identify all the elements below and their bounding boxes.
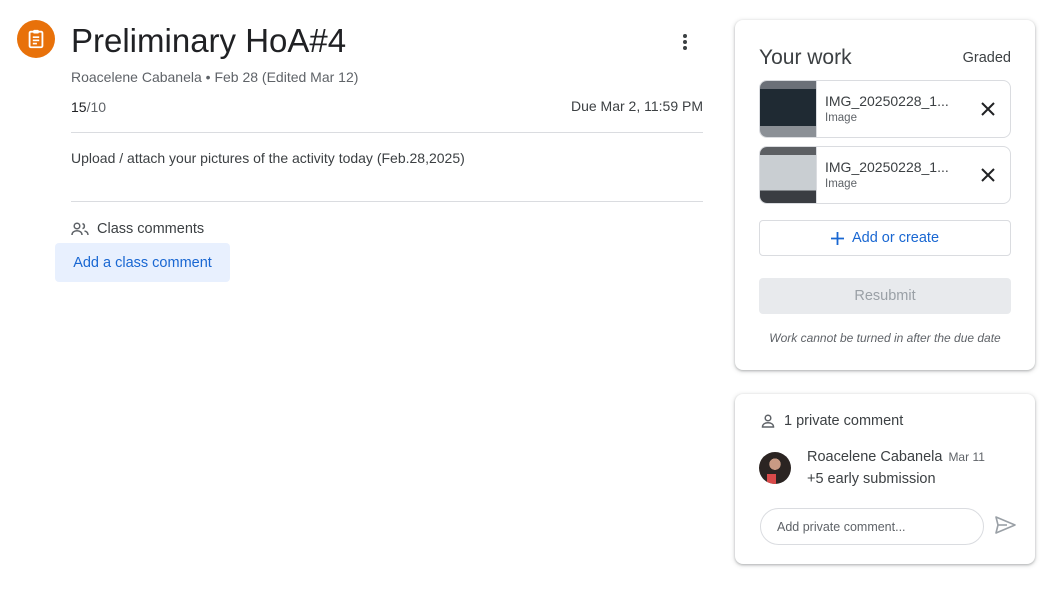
private-comment-input[interactable] (760, 508, 984, 545)
score-total: /10 (86, 99, 107, 115)
comment-author-line: Roacelene Cabanela Mar 11 (807, 449, 985, 465)
posted-date: Feb 28 (Edited Mar 12) (214, 69, 359, 85)
status-badge: Graded (962, 50, 1011, 66)
comment-author: Roacelene Cabanela (807, 449, 943, 465)
remove-attachment-button[interactable] (966, 147, 1010, 203)
meta-separator: • (205, 69, 211, 85)
add-or-create-label: Add or create (851, 230, 940, 246)
instructions-text: Upload / attach your pictures of the act… (71, 150, 465, 166)
remove-attachment-button[interactable] (966, 81, 1010, 137)
score-value: 15 (71, 99, 87, 115)
your-work-title: Your work (759, 46, 852, 69)
comment-date: Mar 11 (948, 450, 985, 464)
add-or-create-button[interactable]: Add or create (759, 220, 1011, 256)
attachment-name: IMG_20250228_1... (825, 93, 949, 109)
page-title: Preliminary HoA#4 (71, 22, 347, 59)
your-work-card: Your work Graded IMG_20250228_1... Image… (735, 20, 1035, 370)
author-name: Roacelene Cabanela (71, 69, 202, 85)
resubmit-button[interactable]: Resubmit (759, 278, 1011, 314)
attachment-thumbnail (760, 81, 817, 137)
close-icon (981, 168, 995, 182)
person-icon (761, 414, 775, 428)
attachment-item[interactable]: IMG_20250228_1... Image (759, 80, 1011, 138)
attachment-type: Image (825, 112, 857, 124)
add-class-comment-button[interactable]: Add a class comment (55, 243, 230, 282)
divider (71, 201, 703, 202)
class-comments-label: Class comments (97, 221, 205, 237)
attachment-item[interactable]: IMG_20250228_1... Image (759, 146, 1011, 204)
class-comments-header: Class comments (71, 221, 204, 237)
divider (71, 132, 703, 133)
close-icon (981, 102, 995, 116)
comment-text: +5 early submission (807, 471, 936, 487)
attachment-thumbnail (760, 147, 817, 203)
due-date-note: Work cannot be turned in after the due d… (769, 331, 1001, 345)
grade-points: 15/10 (71, 99, 106, 115)
private-comments-header: 1 private comment (761, 413, 903, 429)
private-comments-card: 1 private comment Roacelene Cabanela Mar … (735, 394, 1035, 564)
people-icon (71, 222, 89, 236)
send-comment-button[interactable] (993, 513, 1017, 537)
assignment-icon (17, 20, 55, 58)
avatar (759, 452, 791, 484)
plus-icon (830, 231, 844, 245)
private-comments-count: 1 private comment (784, 413, 904, 429)
more-vert-icon (683, 34, 687, 50)
more-options-button[interactable] (672, 29, 698, 55)
assignment-meta: Roacelene Cabanela • Feb 28 (Edited Mar … (71, 69, 358, 85)
due-date: Due Mar 2, 11:59 PM (570, 98, 703, 114)
attachment-name: IMG_20250228_1... (825, 159, 949, 175)
attachment-type: Image (825, 178, 857, 190)
send-icon (994, 516, 1016, 534)
